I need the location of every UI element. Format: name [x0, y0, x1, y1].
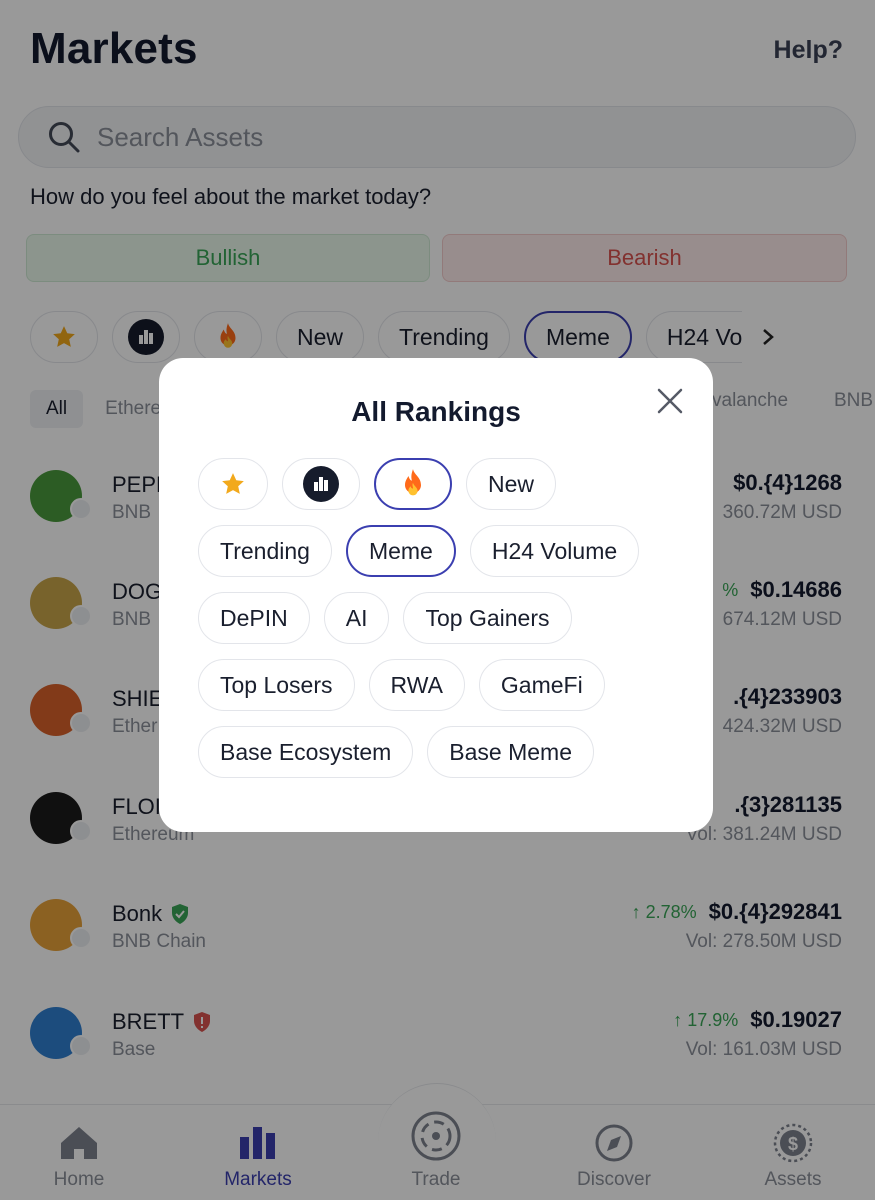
- favorites-chip[interactable]: [198, 458, 268, 510]
- trending-chip[interactable]: Trending: [198, 525, 332, 577]
- top-gainers-chip[interactable]: Top Gainers: [403, 592, 572, 644]
- ai-chip[interactable]: AI: [323, 592, 390, 644]
- meme-chip[interactable]: Meme: [345, 525, 456, 577]
- rank-icon: [303, 466, 339, 502]
- star-icon: [222, 473, 244, 494]
- new-chip[interactable]: New: [466, 458, 557, 510]
- fire-icon: [405, 469, 421, 496]
- rwa-chip[interactable]: RWA: [368, 659, 465, 711]
- all-rankings-modal: All Rankings New Trending Meme H24 Volum…: [159, 358, 713, 832]
- depin-chip[interactable]: DePIN: [198, 592, 310, 644]
- rank-chip[interactable]: [282, 458, 360, 510]
- top-losers-chip[interactable]: Top Losers: [198, 659, 355, 711]
- h24-volume-chip[interactable]: H24 Volume: [469, 525, 640, 577]
- rankings-grid: New Trending Meme H24 Volume DePIN AI To…: [198, 458, 678, 793]
- base-meme-chip[interactable]: Base Meme: [427, 726, 595, 778]
- hot-chip[interactable]: [374, 458, 452, 510]
- close-icon[interactable]: [653, 384, 687, 418]
- base-ecosystem-chip[interactable]: Base Ecosystem: [198, 726, 414, 778]
- gamefi-chip[interactable]: GameFi: [478, 659, 605, 711]
- modal-title: All Rankings: [351, 396, 521, 427]
